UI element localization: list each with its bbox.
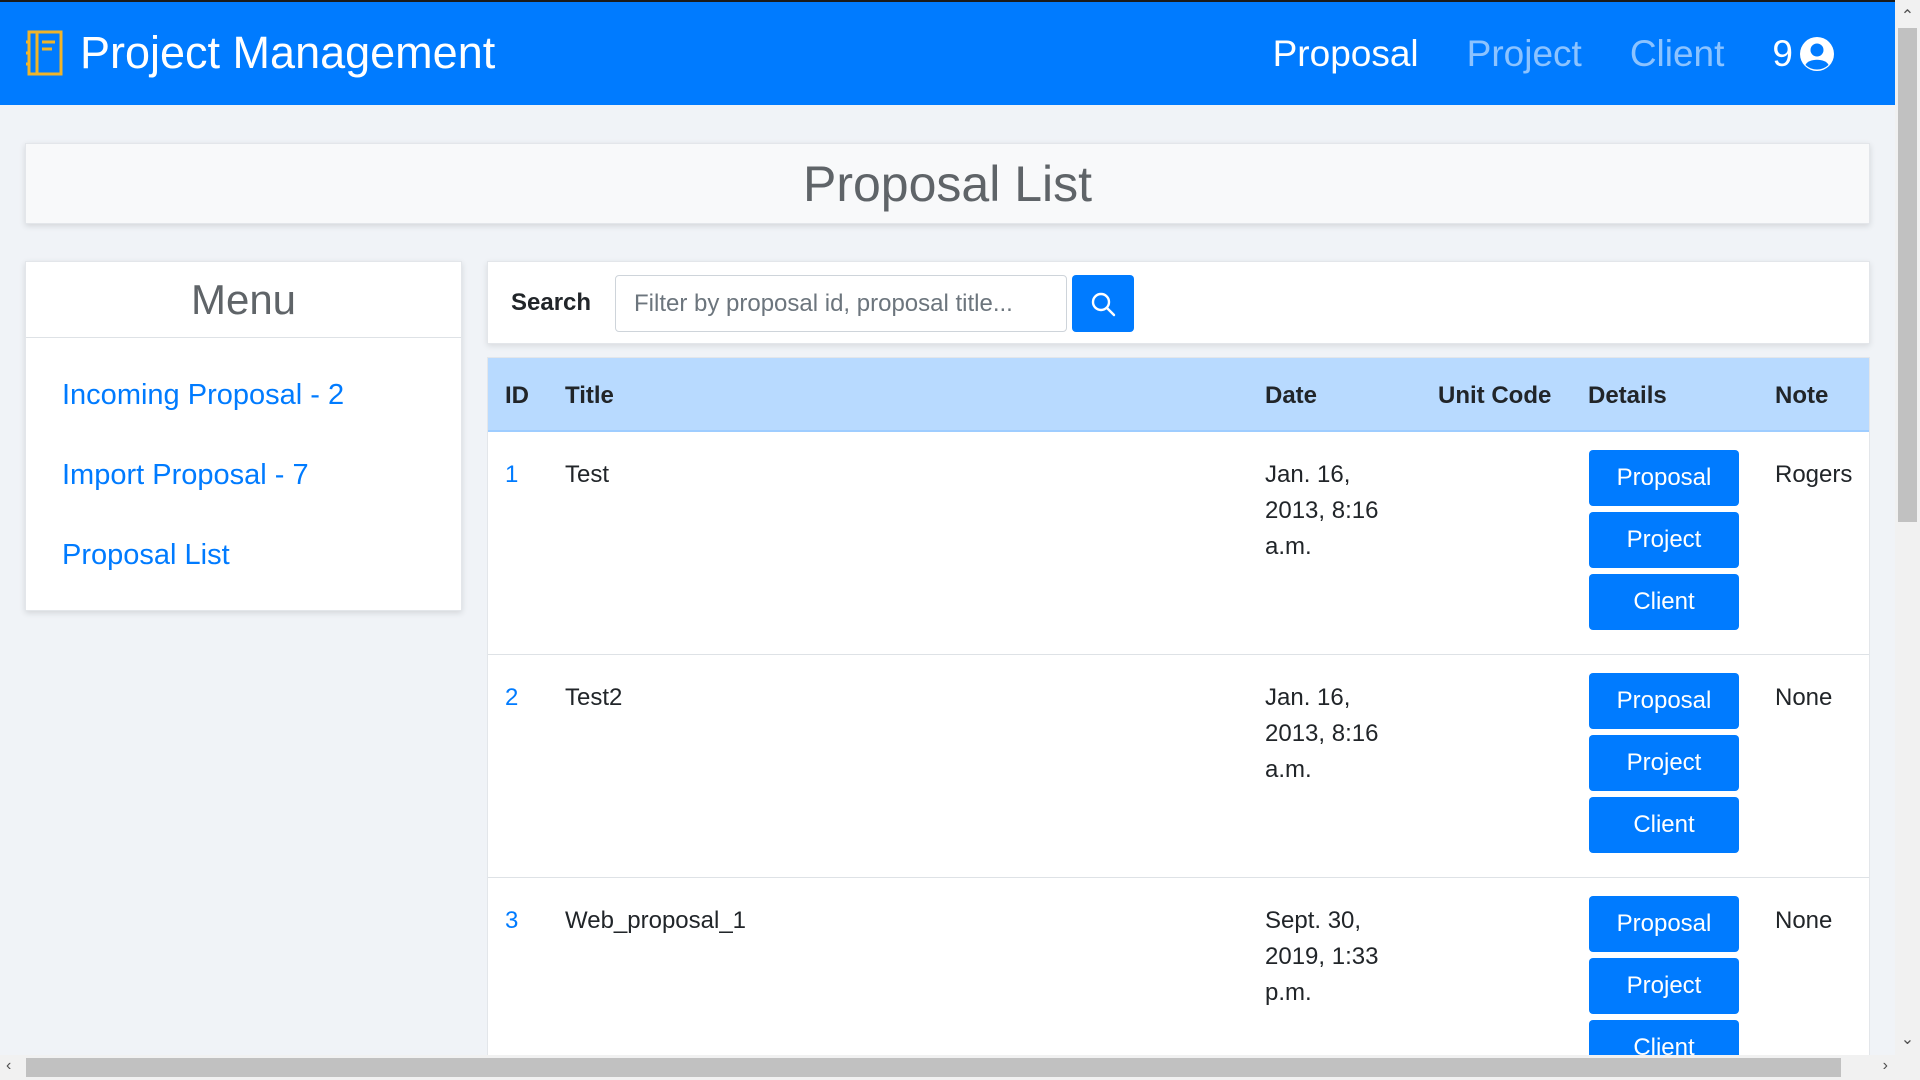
row-date-line: p.m. xyxy=(1265,979,1312,1006)
page-title: Proposal List xyxy=(802,155,1093,212)
nav-link-client[interactable]: Client xyxy=(1630,32,1725,76)
search-input[interactable] xyxy=(615,275,1067,332)
project-button[interactable]: Project xyxy=(1589,512,1739,568)
nav-link-proposal[interactable]: Proposal xyxy=(1273,32,1419,76)
top-navbar: Project Management Proposal Project Clie… xyxy=(0,0,1895,105)
table-header: ID Title Date Unit Code Details Note xyxy=(488,358,1869,432)
menu-item-proposal-list[interactable]: Proposal List xyxy=(62,539,230,572)
row-title: Web_proposal_1 xyxy=(565,907,747,934)
row-date: Sept. 30, 2019, 1:33 p.m. xyxy=(1265,903,1378,1011)
horizontal-scroll-thumb[interactable] xyxy=(26,1058,1841,1077)
search-button[interactable] xyxy=(1072,275,1134,332)
client-button[interactable]: Client xyxy=(1589,574,1739,630)
header-date: Date xyxy=(1265,382,1318,409)
row-date-line: 2013, 8:16 xyxy=(1265,720,1379,747)
client-button[interactable]: Client xyxy=(1589,1020,1739,1056)
table-row: 2 Test2 Jan. 16, 2013, 8:16 a.m. Proposa… xyxy=(488,655,1869,878)
sidebar-menu: Menu Incoming Proposal - 2 Import Propos… xyxy=(25,261,462,611)
nav-links: Proposal Project Client 9 xyxy=(1225,32,1835,76)
nav-link-project[interactable]: Project xyxy=(1467,32,1582,76)
proposal-button[interactable]: Proposal xyxy=(1589,673,1739,729)
row-note: None xyxy=(1775,907,1833,934)
horizontal-scrollbar[interactable]: ‹ › xyxy=(0,1055,1920,1080)
vertical-scrollbar[interactable]: ⌃ ⌄ xyxy=(1895,0,1920,1055)
row-date: Jan. 16, 2013, 8:16 a.m. xyxy=(1265,680,1378,788)
header-note: Note xyxy=(1775,382,1829,409)
row-note: None xyxy=(1775,684,1833,711)
search-icon xyxy=(1091,292,1116,316)
row-id-link[interactable]: 1 xyxy=(505,457,518,493)
row-date-line: 2019, 1:33 xyxy=(1265,943,1379,970)
scroll-left-icon[interactable]: ‹ xyxy=(6,1057,11,1075)
row-date-line: Sept. 30, xyxy=(1265,907,1362,934)
proposal-button[interactable]: Proposal xyxy=(1589,450,1739,506)
header-details: Details xyxy=(1588,382,1667,409)
row-note: Rogers xyxy=(1775,461,1853,488)
row-date-line: Jan. 16, xyxy=(1265,684,1351,711)
header-unit-code: Unit Code xyxy=(1438,382,1552,409)
scroll-down-icon[interactable]: ⌄ xyxy=(1895,1029,1920,1049)
menu-item-import-proposal[interactable]: Import Proposal - 7 xyxy=(62,459,309,492)
table-row: 3 Web_proposal_1 Sept. 30, 2019, 1:33 p.… xyxy=(488,878,1869,1056)
row-date-line: a.m. xyxy=(1265,533,1312,560)
row-date: Jan. 16, 2013, 8:16 a.m. xyxy=(1265,457,1378,565)
user-circle-icon xyxy=(1800,37,1834,71)
table-row: 1 Test Jan. 16, 2013, 8:16 a.m. Proposal… xyxy=(488,432,1869,655)
row-date-line: a.m. xyxy=(1265,756,1312,783)
brand[interactable]: Project Management xyxy=(26,28,495,78)
vertical-scroll-thumb[interactable] xyxy=(1898,28,1917,522)
brand-title: Project Management xyxy=(80,27,496,78)
user-menu[interactable]: 9 xyxy=(1772,32,1835,76)
row-date-line: Jan. 16, xyxy=(1265,461,1351,488)
user-count: 9 xyxy=(1772,33,1793,74)
row-title: Test2 xyxy=(565,684,623,711)
header-id: ID xyxy=(505,382,529,409)
proposal-table: ID Title Date Unit Code Details Note 1 T… xyxy=(487,357,1870,1057)
row-id-link[interactable]: 2 xyxy=(505,680,518,716)
page-title-card: Proposal List xyxy=(25,143,1870,224)
project-button[interactable]: Project xyxy=(1589,735,1739,791)
menu-item-incoming-proposal[interactable]: Incoming Proposal - 2 xyxy=(62,379,344,412)
client-button[interactable]: Client xyxy=(1589,797,1739,853)
scroll-up-icon[interactable]: ⌃ xyxy=(1895,6,1920,26)
menu-title: Menu xyxy=(26,262,461,338)
row-id-link[interactable]: 3 xyxy=(505,903,518,939)
proposal-button[interactable]: Proposal xyxy=(1589,896,1739,952)
row-date-line: 2013, 8:16 xyxy=(1265,497,1379,524)
search-label: Search xyxy=(511,289,592,316)
search-bar: Search xyxy=(487,261,1870,344)
project-button[interactable]: Project xyxy=(1589,958,1739,1014)
scroll-right-icon[interactable]: › xyxy=(1883,1057,1888,1075)
header-title: Title xyxy=(565,382,614,409)
row-title: Test xyxy=(565,461,610,488)
notebook-icon xyxy=(26,30,63,76)
